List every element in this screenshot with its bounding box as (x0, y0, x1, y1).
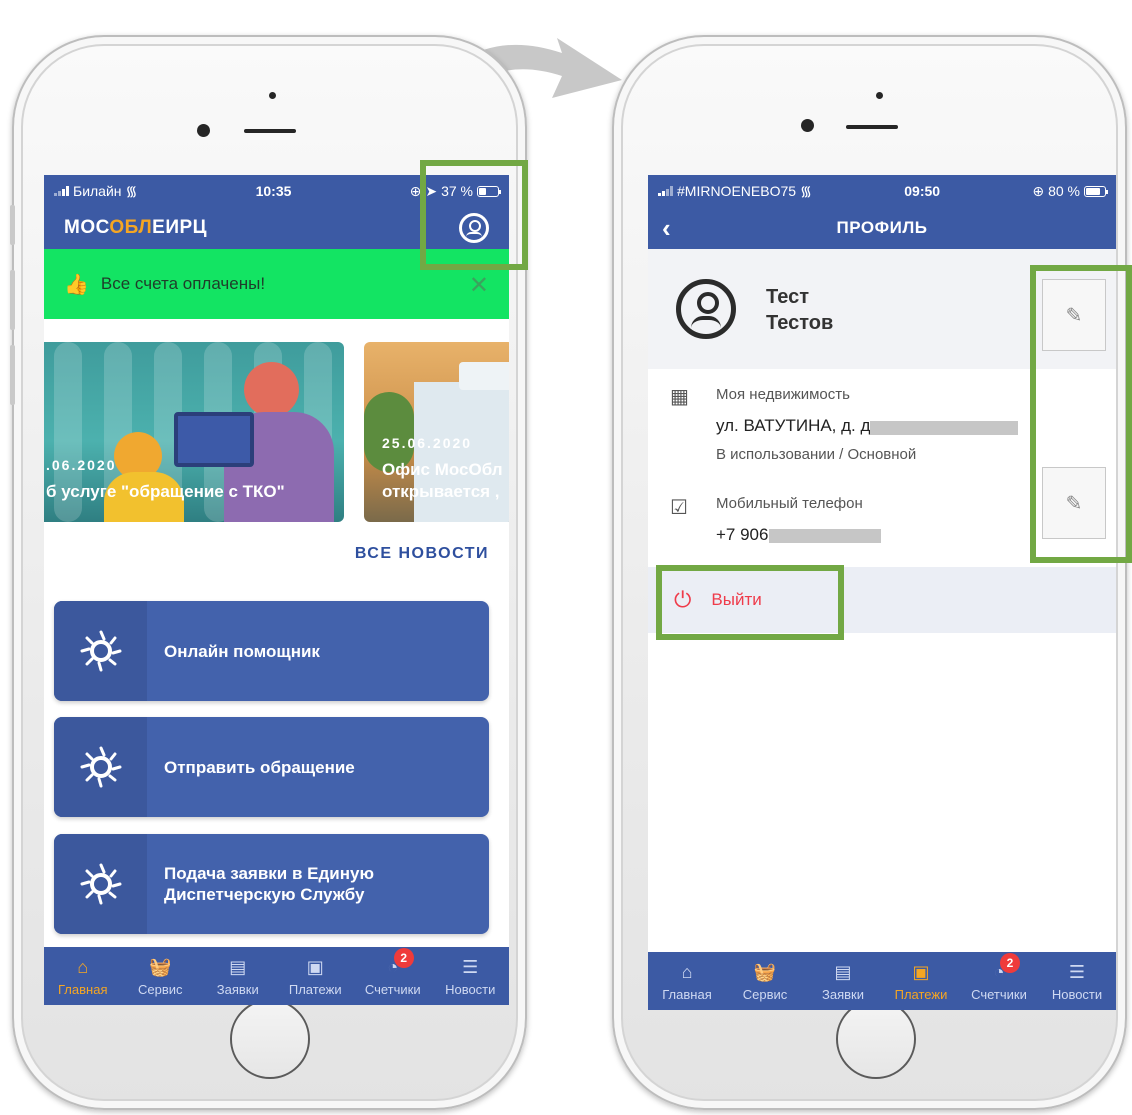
action-label: Отправить обращение (164, 757, 355, 777)
bottom-tab-bar: ⌂ Главная 🧺 Сервис ▤ Заявки ▣ Платежи ◔ 2 Счет… (648, 952, 1116, 1010)
volume-up-button (10, 270, 15, 330)
basket-icon: 🧺 (753, 961, 777, 982)
all-news-link[interactable]: ВСЕ НОВОСТИ (355, 545, 489, 563)
signal-icon (54, 186, 69, 196)
earpiece-speaker (244, 129, 296, 133)
sun-logo-icon (80, 630, 122, 672)
news-card[interactable]: 25.06.2020 Офис МосОбл открывается , (364, 342, 509, 522)
sun-logo-icon (80, 746, 122, 788)
status-bar: #MIRNOENEBO75 ᯾ 09:50 ⊕ 80 % (648, 175, 1116, 207)
send-request-button[interactable]: Отправить обращение (54, 717, 489, 817)
first-name: Тест (766, 286, 809, 308)
tab-meters[interactable]: ◔ 2 Счетчики (960, 952, 1038, 1010)
home-button[interactable] (230, 999, 310, 1079)
news-title: б услуге "обращение с ТКО" (46, 482, 285, 501)
phone-label: Мобильный телефон (716, 495, 863, 512)
highlight-edit-buttons (1030, 265, 1132, 563)
thumbs-up-icon: 👍 (64, 273, 89, 296)
volume-down-button (10, 345, 15, 405)
notice-text: Все счета оплачены! (100, 274, 266, 293)
carrier-name: #MIRNOENEBO75 (677, 183, 797, 199)
meter-icon: ◔ 2 (988, 952, 1020, 983)
home-icon: ⌂ (681, 961, 693, 982)
action-label: Подача заявки в Единую Диспетчерскую Служ… (164, 864, 374, 904)
dispatch-request-button[interactable]: Подача заявки в Единую Диспетчерскую Служ… (54, 834, 489, 934)
property-label: Моя недвижимость (716, 386, 850, 403)
wallet-icon: ▣ (912, 961, 930, 982)
news-card[interactable]: .06.2020 б услуге "обращение с ТКО" (44, 342, 344, 522)
phone-value: +7 906 (716, 525, 769, 544)
news-date: .06.2020 (46, 457, 117, 473)
avatar-icon (676, 279, 736, 339)
highlight-logout (656, 565, 844, 640)
basket-icon: 🧺 (149, 956, 172, 977)
tab-requests[interactable]: ▤ Заявки (199, 947, 277, 1005)
tab-service[interactable]: 🧺 Сервис (122, 947, 200, 1005)
tab-service[interactable]: 🧺 Сервис (726, 952, 804, 1010)
tab-news[interactable]: ☰ Новости (1038, 952, 1116, 1010)
news-icon: ☰ (1068, 961, 1086, 982)
wallet-icon: ▣ (306, 956, 324, 977)
top-bar: #MIRNOENEBO75 ᯾ 09:50 ⊕ 80 % ‹ ПРОФИЛЬ (648, 175, 1116, 249)
phone-check-icon: ☑ (670, 497, 688, 519)
tab-news[interactable]: ☰ Новости (432, 947, 510, 1005)
home-screen: Билайн ᯾ 10:35 ⊕ ➤ 37 % МОСОБЛЕИРЦ 👍 Все… (44, 175, 509, 1005)
requests-icon: ▤ (834, 961, 852, 982)
tab-payments[interactable]: ▣ Платежи (882, 952, 960, 1010)
building-icon: ▦ (670, 386, 689, 408)
mute-switch (10, 205, 15, 245)
action-label: Онлайн помощник (164, 641, 320, 661)
property-address: ул. ВАТУТИНА, д. д. (716, 416, 876, 435)
page-title: ПРОФИЛЬ (836, 218, 928, 237)
status-time: 09:50 (904, 183, 941, 199)
tab-home[interactable]: ⌂ Главная (648, 952, 726, 1010)
news-icon: ☰ (462, 956, 479, 977)
tab-home[interactable]: ⌂ Главная (44, 947, 122, 1005)
home-button[interactable] (836, 999, 916, 1079)
battery-icon (1084, 185, 1108, 197)
close-icon[interactable]: ✕ (469, 271, 489, 300)
wifi-icon: ᯾ (800, 182, 812, 199)
app-logo: МОСОБЛЕИРЦ (64, 217, 208, 238)
tab-meters[interactable]: ◔ 2 Счетчики (354, 947, 432, 1005)
requests-icon: ▤ (229, 956, 247, 977)
proximity-sensor (876, 92, 883, 99)
online-assistant-button[interactable]: Онлайн помощник (54, 601, 489, 701)
profile-header: ‹ ПРОФИЛЬ (648, 207, 1116, 249)
news-date: 25.06.2020 (382, 435, 473, 451)
battery-percent: 80 % (1048, 183, 1080, 199)
status-time: 10:35 (255, 183, 292, 199)
meters-badge: 2 (393, 947, 414, 968)
sun-logo-icon (80, 863, 122, 905)
news-title: Офис МосОбл (382, 460, 503, 479)
proximity-sensor (269, 92, 276, 99)
property-status: В использовании / Основной (716, 446, 917, 463)
tab-requests[interactable]: ▤ Заявки (804, 952, 882, 1010)
home-icon: ⌂ (77, 956, 89, 977)
front-camera (801, 119, 814, 132)
front-camera (197, 124, 210, 137)
redacted-phone (769, 529, 881, 543)
rotation-lock-icon: ⊕ (1032, 182, 1045, 199)
earpiece-speaker (846, 125, 898, 129)
wifi-icon: ᯾ (125, 182, 138, 199)
highlight-profile-icon (420, 160, 528, 270)
signal-icon (658, 186, 673, 196)
bottom-tab-bar: ⌂ Главная 🧺 Сервис ▤ Заявки ▣ Платежи ◔ 2 Счет… (44, 947, 509, 1005)
redacted-address (870, 421, 1018, 435)
meters-badge: 2 (1000, 952, 1020, 973)
news-title-line2: открывается , (382, 482, 500, 501)
tab-payments[interactable]: ▣ Платежи (277, 947, 355, 1005)
back-chevron-icon[interactable]: ‹ (662, 213, 671, 244)
carrier-name: Билайн (73, 183, 122, 199)
meter-icon: ◔ 2 (382, 947, 414, 978)
last-name: Тестов (766, 312, 834, 334)
